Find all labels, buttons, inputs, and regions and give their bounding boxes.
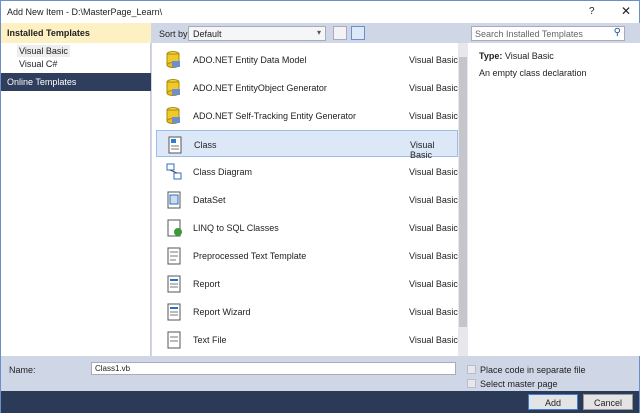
online-templates-header[interactable]: Online Templates	[1, 73, 151, 91]
template-name: ADO.NET Self-Tracking Entity Generator	[193, 111, 357, 121]
category-panel: Installed Templates Visual Basic Visual …	[1, 23, 151, 356]
details-panel: Search Installed Templates ⚲ Type: Visual…	[468, 23, 640, 356]
category-visual-csharp[interactable]: Visual C#	[19, 59, 57, 69]
template-language: Visual Basic	[409, 167, 458, 177]
chevron-down-icon: ▾	[316, 28, 321, 37]
master-page-label: Select master page	[480, 379, 558, 389]
template-name: ADO.NET Entity Data Model	[193, 55, 307, 65]
template-item[interactable]: Class Visual Basic	[156, 130, 458, 160]
name-label: Name:	[9, 365, 36, 375]
separate-file-label: Place code in separate file	[480, 365, 586, 375]
template-item[interactable]: Class Diagram Visual Basic	[156, 158, 458, 185]
category-visual-basic[interactable]: Visual Basic	[17, 45, 70, 57]
template-name: Text File	[193, 335, 227, 345]
template-name: Preprocessed Text Template	[193, 251, 307, 261]
cancel-button[interactable]: Cancel	[583, 394, 633, 410]
template-name: Class	[194, 140, 217, 150]
window-title: Add New Item - D:\MasterPage_Learn\	[7, 7, 163, 17]
template-item[interactable]: DataSet Visual Basic	[156, 186, 458, 213]
type-info: Type: Visual Basic	[479, 51, 554, 61]
report-icon	[167, 275, 181, 293]
template-item[interactable]: Report Visual Basic	[156, 270, 458, 297]
dataset-icon	[167, 191, 181, 209]
search-bar: Search Installed Templates ⚲	[468, 23, 640, 43]
template-name: DataSet	[193, 195, 226, 205]
sort-value: Default	[193, 29, 222, 39]
sort-dropdown[interactable]: Default ▾	[188, 26, 326, 41]
template-item[interactable]: LINQ to SQL Classes Visual Basic	[156, 214, 458, 241]
template-list: ADO.NET Entity Data Model Visual Basic ADO…	[152, 43, 458, 356]
type-label: Type:	[479, 51, 503, 61]
template-name: ADO.NET EntityObject Generator	[193, 83, 327, 93]
template-item[interactable]: Preprocessed Text Template Visual Basic	[156, 242, 458, 269]
template-language: Visual Basic	[410, 140, 435, 160]
template-name: LINQ to SQL Classes	[193, 223, 279, 233]
template-name: Report	[193, 279, 221, 289]
class-icon	[168, 136, 182, 154]
file-icon	[167, 331, 181, 349]
database-icon	[166, 79, 180, 96]
type-value: Visual Basic	[504, 51, 554, 61]
template-item[interactable]: ADO.NET EntityObject Generator Visual Bas…	[156, 74, 458, 101]
add-button[interactable]: Add	[528, 394, 578, 410]
help-button[interactable]: ?	[589, 6, 595, 17]
template-item[interactable]: ADO.NET Entity Data Model Visual Basic	[156, 46, 458, 73]
template-language: Visual Basic	[409, 307, 458, 317]
template-language: Visual Basic	[409, 195, 458, 205]
diagram-icon	[166, 163, 182, 180]
sort-label: Sort by:	[159, 29, 191, 39]
template-language: Visual Basic	[409, 55, 458, 65]
master-page-checkbox[interactable]	[467, 379, 476, 388]
template-language: Visual Basic	[409, 111, 458, 121]
installed-templates-header[interactable]: Installed Templates	[1, 23, 151, 43]
template-item[interactable]: ADO.NET Self-Tracking Entity Generator Vi…	[156, 102, 458, 129]
list-scrollbar[interactable]	[458, 43, 468, 356]
template-name: Report Wizard	[193, 307, 251, 317]
search-placeholder: Search Installed Templates	[475, 29, 583, 39]
description: An empty class declaration	[479, 68, 587, 78]
title-bar: Add New Item - D:\MasterPage_Learn\ ? ✕	[1, 1, 639, 23]
template-language: Visual Basic	[409, 83, 458, 93]
separate-file-checkbox[interactable]	[467, 365, 476, 374]
medium-icons-view-button[interactable]	[351, 26, 365, 40]
template-language: Visual Basic	[409, 279, 458, 289]
template-item[interactable]: Text File Visual Basic	[156, 326, 458, 353]
database-icon	[166, 107, 180, 124]
template-language: Visual Basic	[409, 251, 458, 261]
database-icon	[166, 51, 180, 68]
close-button[interactable]: ✕	[621, 4, 631, 18]
template-item[interactable]: Report Wizard Visual Basic	[156, 298, 458, 325]
search-input[interactable]: Search Installed Templates ⚲	[471, 26, 625, 41]
search-icon[interactable]: ⚲	[614, 27, 621, 38]
text-template-icon	[167, 247, 181, 265]
template-language: Visual Basic	[409, 223, 458, 233]
report-icon	[167, 303, 181, 321]
sort-toolbar: Sort by: Default ▾	[151, 23, 468, 43]
scrollbar-thumb[interactable]	[459, 57, 467, 327]
linq-icon	[167, 219, 182, 237]
template-name: Class Diagram	[193, 167, 253, 177]
small-icons-view-button[interactable]	[333, 26, 347, 40]
template-language: Visual Basic	[409, 335, 458, 345]
name-input[interactable]: Class1.vb	[91, 362, 456, 375]
